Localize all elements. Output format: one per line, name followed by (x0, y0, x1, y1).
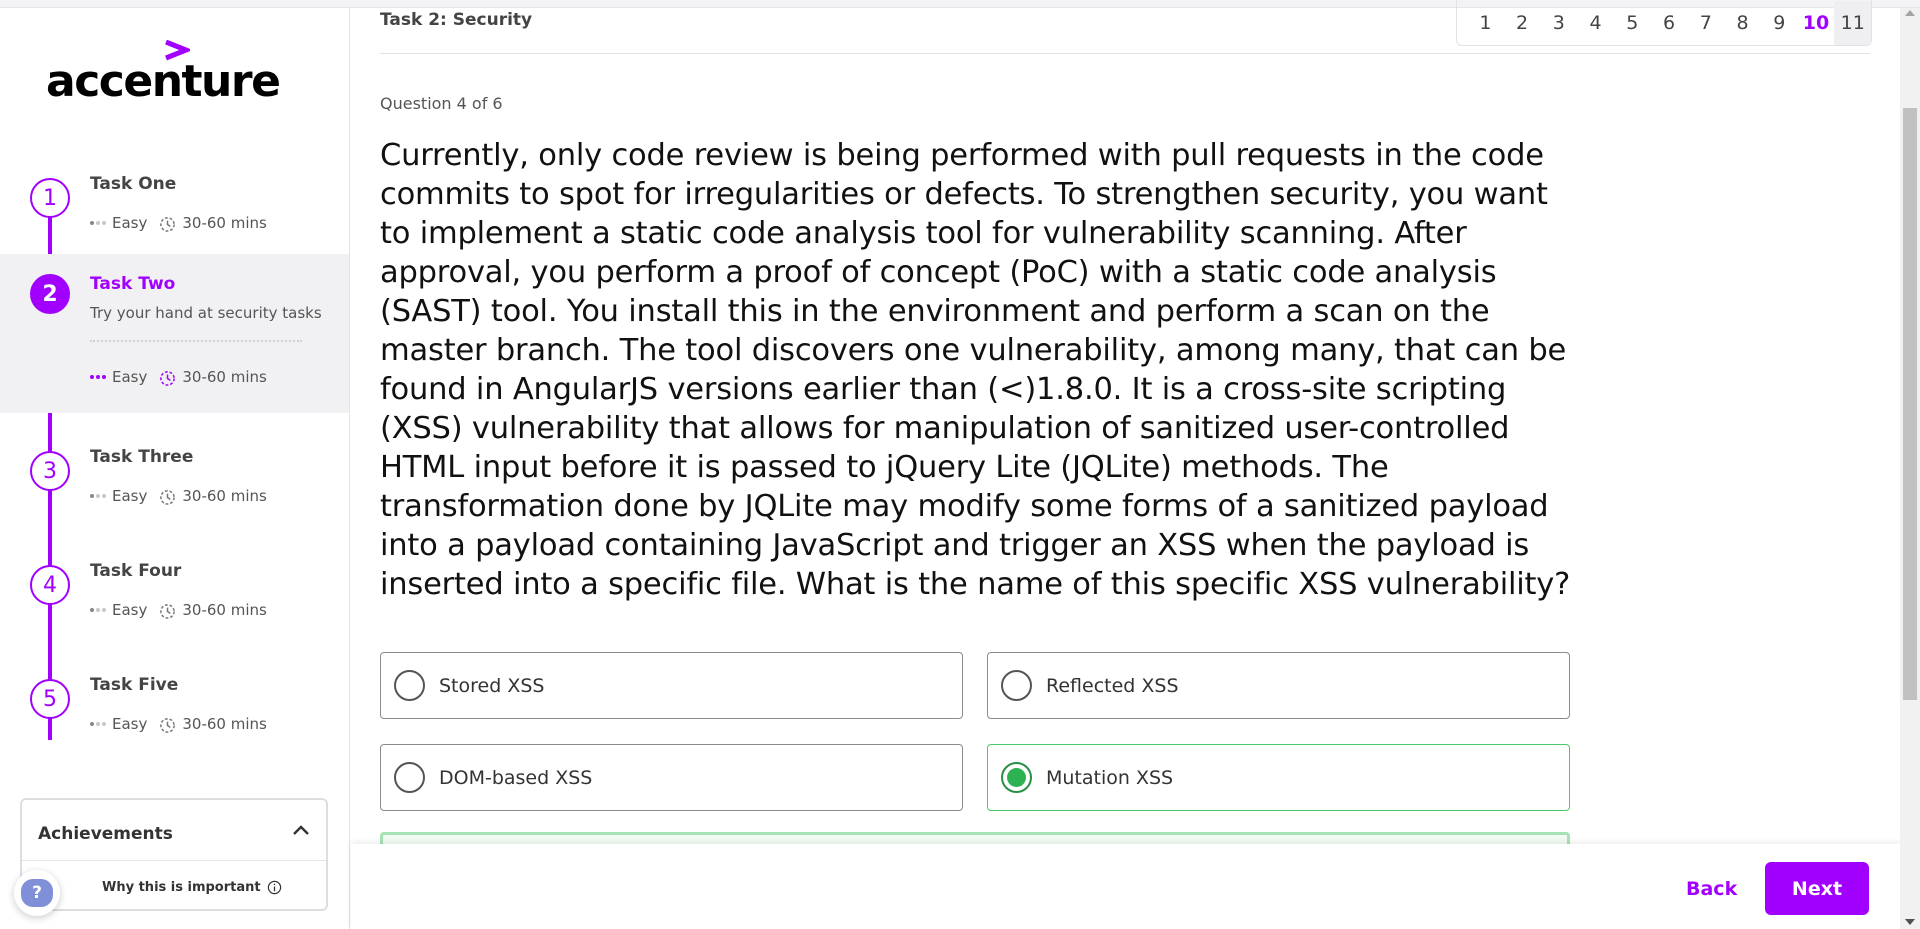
achievements-title: Achievements (38, 824, 173, 844)
answer-label: Reflected XSS (1046, 674, 1179, 697)
task-label: Task 2: Security (380, 10, 533, 30)
sidebar-task-one[interactable]: 1 Task One Easy 30-60 mins (0, 158, 349, 258)
next-button[interactable]: Next (1765, 862, 1869, 915)
pager-page-3[interactable]: 3 (1540, 1, 1577, 45)
scroll-down-arrow-icon[interactable] (1905, 919, 1915, 925)
why-important-label: Why this is important (102, 880, 261, 895)
difficulty-dots-icon (90, 221, 106, 225)
task-divider (90, 340, 302, 342)
timer-icon (160, 370, 176, 386)
task-meta: Easy 30-60 mins (90, 214, 267, 232)
chevron-up-icon[interactable] (290, 820, 312, 842)
task-title: Task Two (90, 274, 176, 294)
pager-page-8[interactable]: 8 (1724, 1, 1761, 45)
duration-label: 30-60 mins (182, 715, 267, 733)
timer-icon (160, 603, 176, 619)
difficulty-label: Easy (112, 487, 148, 505)
question-counter: Question 4 of 6 (380, 94, 503, 113)
task-title: Task Five (90, 675, 179, 695)
answer-label: Stored XSS (439, 674, 545, 697)
pager-page-1[interactable]: 1 (1467, 1, 1504, 45)
task-title: Task Four (90, 561, 182, 581)
answer-label: DOM-based XSS (439, 766, 593, 789)
logo-wordmark: accenture (46, 56, 281, 107)
task-title: Task Three (90, 447, 194, 467)
main-content: Task 2: Security 1 2 3 4 5 6 7 8 9 10 11 Question … (351, 0, 1900, 929)
pager-page-4[interactable]: 4 (1577, 1, 1614, 45)
task-number-badge: 4 (30, 565, 70, 605)
radio-button[interactable] (1001, 670, 1032, 701)
sidebar-task-two[interactable]: 2 Task Two Try your hand at security tas… (0, 254, 349, 413)
task-number-badge: 1 (30, 178, 70, 218)
difficulty-dots-icon (90, 375, 106, 379)
timer-icon (160, 216, 176, 232)
help-chat-button[interactable]: ? (14, 870, 60, 916)
question-text: Currently, only code review is being per… (380, 138, 1571, 602)
task-meta: Easy 30-60 mins (90, 601, 267, 619)
difficulty-label: Easy (112, 368, 148, 386)
page-scrollbar[interactable] (1900, 8, 1920, 929)
task-meta: Easy 30-60 mins (90, 487, 267, 505)
timer-icon (160, 489, 176, 505)
back-button[interactable]: Back (1686, 878, 1737, 900)
task-number-badge: 5 (30, 679, 70, 719)
duration-label: 30-60 mins (182, 487, 267, 505)
answer-option-stored-xss[interactable]: Stored XSS (380, 652, 963, 719)
task-number-badge: 2 (30, 274, 70, 314)
answer-option-mutation-xss[interactable]: Mutation XSS (987, 744, 1570, 811)
footer-bar: Back Next (351, 844, 1900, 929)
answer-label: Mutation XSS (1046, 766, 1174, 789)
duration-label: 30-60 mins (182, 601, 267, 619)
answer-option-dom-based-xss[interactable]: DOM-based XSS (380, 744, 963, 811)
difficulty-dots-icon (90, 608, 106, 612)
pager-page-6[interactable]: 6 (1651, 1, 1688, 45)
pager-page-5[interactable]: 5 (1614, 1, 1651, 45)
help-icon: ? (21, 879, 53, 907)
sidebar-task-three[interactable]: 3 Task Three Easy 30-60 mins (0, 431, 349, 531)
difficulty-label: Easy (112, 601, 148, 619)
header-divider (380, 53, 1870, 54)
sidebar-task-four[interactable]: 4 Task Four Easy 30-60 mins (0, 545, 349, 645)
info-icon (267, 880, 281, 895)
difficulty-label: Easy (112, 715, 148, 733)
feedback-panel-edge (380, 832, 1570, 844)
task-meta: Easy 30-60 mins (90, 368, 267, 386)
question-pager: 1 2 3 4 5 6 7 8 9 10 11 (1456, 0, 1872, 46)
pager-page-11[interactable]: 11 (1834, 0, 1872, 45)
timer-icon (160, 717, 176, 733)
radio-button[interactable] (394, 762, 425, 793)
difficulty-dots-icon (90, 494, 106, 498)
pager-page-2[interactable]: 2 (1504, 1, 1541, 45)
sidebar-task-five[interactable]: 5 Task Five Easy 30-60 mins (0, 659, 349, 759)
radio-button[interactable] (394, 670, 425, 701)
difficulty-dots-icon (90, 722, 106, 726)
task-description: Try your hand at security tasks (90, 304, 322, 322)
sidebar: accenture 1 Task One Easy 30-60 mins 2 T… (0, 8, 350, 929)
why-important-link[interactable]: Why this is important (102, 880, 282, 895)
duration-label: 30-60 mins (182, 368, 267, 386)
difficulty-label: Easy (112, 214, 148, 232)
task-meta: Easy 30-60 mins (90, 715, 267, 733)
radio-button-selected[interactable] (1001, 762, 1032, 793)
task-title: Task One (90, 174, 177, 194)
achievements-panel: Achievements Why this is important (20, 798, 328, 911)
pager-page-10[interactable]: 10 (1798, 1, 1835, 45)
scroll-thumb[interactable] (1903, 108, 1917, 700)
task-number-badge: 3 (30, 451, 70, 491)
answer-option-reflected-xss[interactable]: Reflected XSS (987, 652, 1570, 719)
pager-page-7[interactable]: 7 (1687, 1, 1724, 45)
achievements-divider (22, 860, 326, 861)
pager-page-9[interactable]: 9 (1761, 1, 1798, 45)
duration-label: 30-60 mins (182, 214, 267, 232)
scroll-up-arrow-icon[interactable] (1905, 10, 1915, 16)
